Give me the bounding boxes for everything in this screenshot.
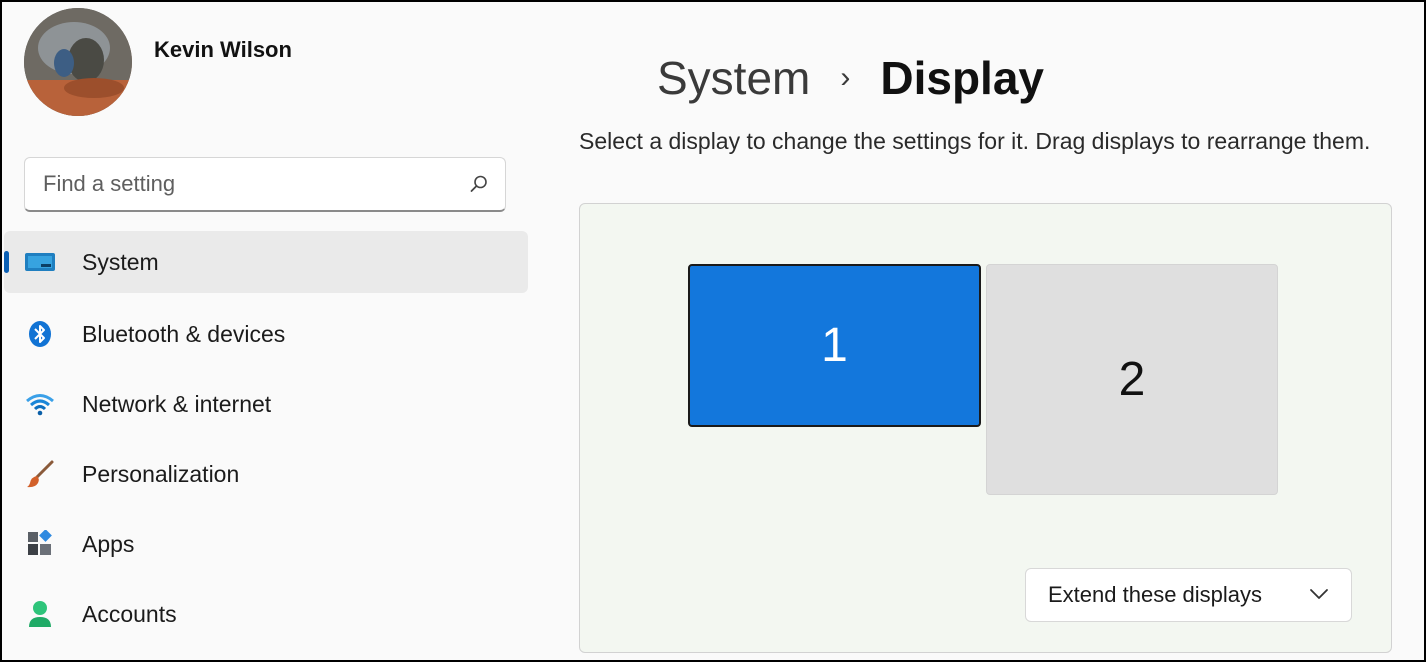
sidebar-item-network[interactable]: Network & internet [4,373,528,435]
dropdown-value: Extend these displays [1048,582,1263,607]
display-number: 1 [821,319,848,372]
sidebar-item-label: System [82,248,159,275]
search-box[interactable]: Find a setting [24,157,506,212]
search-icon[interactable] [469,174,489,194]
paintbrush-icon [24,458,56,490]
sidebar-item-label: Network & internet [82,390,272,417]
sidebar-item-label: Apps [82,530,135,557]
search-placeholder: Find a setting [43,171,176,196]
sidebar-item-label: Bluetooth & devices [82,320,286,347]
selection-indicator [4,251,9,273]
sidebar-item-personalization[interactable]: Personalization [4,443,528,505]
profile-photo [24,8,132,116]
breadcrumb: System › Display [657,50,1044,106]
chevron-down-icon [1310,589,1328,599]
sidebar-item-system[interactable]: System [4,231,528,293]
wifi-icon [24,388,56,420]
system-display-icon [24,246,56,278]
sidebar-item-bluetooth[interactable]: Bluetooth & devices [4,303,528,365]
bluetooth-icon [24,318,56,350]
display-number: 2 [1118,353,1146,406]
sidebar-item-label: Accounts [82,600,177,627]
display-2-tile[interactable]: 2 [986,264,1278,495]
chevron-right-icon: › [840,61,851,94]
sidebar-item-label: Personalization [82,460,240,487]
apps-icon [24,528,56,560]
profile-name: Kevin Wilson [154,37,292,62]
sidebar-item-accounts[interactable]: Accounts [4,583,528,645]
person-icon [24,598,56,630]
sidebar-item-apps[interactable]: Apps [4,513,528,575]
page-title: Display [880,52,1045,104]
display-1-tile[interactable]: 1 [688,264,981,427]
display-description: Select a display to change the settings … [579,128,1371,154]
avatar[interactable] [24,8,132,116]
settings-window: Kevin Wilson Find a setting System Bluet… [0,0,1426,662]
display-arrangement-panel[interactable]: 1 2 Extend these displays [579,203,1392,653]
display-mode-dropdown[interactable]: Extend these displays [1025,568,1352,622]
breadcrumb-parent[interactable]: System [657,50,810,106]
